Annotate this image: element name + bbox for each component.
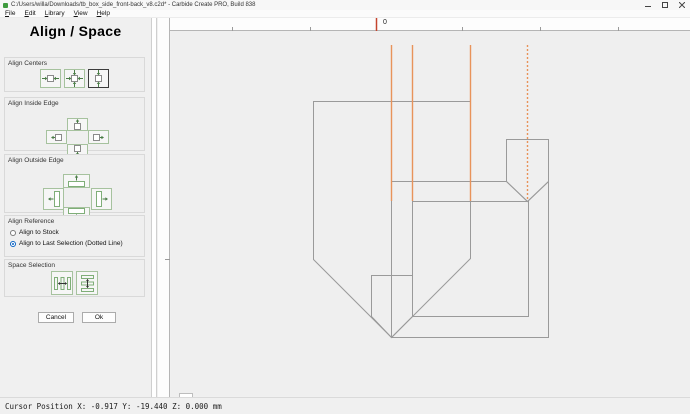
space-horizontally-button[interactable] xyxy=(51,271,73,295)
out-up-icon xyxy=(66,175,87,187)
menu-item-library[interactable]: Library xyxy=(45,10,65,17)
align-inside-top-button[interactable] xyxy=(67,118,88,131)
radio-button-icon xyxy=(10,241,16,247)
align-inside-left-button[interactable] xyxy=(46,130,67,144)
menu-item-edit[interactable]: Edit xyxy=(25,10,36,17)
align-reference-options: Align to Stock Align to Last Selection (D… xyxy=(5,229,144,247)
align-inside-edge-section: Align Inside Edge xyxy=(4,97,145,151)
align-outside-top-button[interactable] xyxy=(63,174,90,188)
menu-item-view[interactable]: View xyxy=(74,10,88,17)
align-center-horizontal-button[interactable] xyxy=(40,69,61,88)
in-left-icon xyxy=(51,131,62,144)
center-both-icon xyxy=(66,70,83,87)
close-icon xyxy=(679,2,685,8)
cursor-position-text: Cursor Position X: -0.917 Y: -19.440 Z: … xyxy=(5,402,222,411)
space-v-icon xyxy=(79,274,96,293)
out-left-icon xyxy=(48,190,60,208)
radio-align-to-last-selection-dotted-line[interactable]: Align to Last Selection (Dotted Line) xyxy=(10,240,144,247)
space-selection-buttons xyxy=(5,271,144,295)
align-reference-section: Align Reference Align to Stock Align to L… xyxy=(4,215,145,257)
align-inside-edge-label: Align Inside Edge xyxy=(5,98,144,107)
window-title: C:/Users/willa/Downloads/tb_box_side_fro… xyxy=(11,2,255,8)
out-right-icon xyxy=(96,190,108,208)
align-outside-buttons xyxy=(5,164,144,221)
align-inside-buttons xyxy=(5,107,144,159)
menu-item-help[interactable]: Help xyxy=(97,10,110,17)
ruler-origin-label: 0 xyxy=(383,19,387,26)
menu-item-file[interactable]: File xyxy=(5,10,16,17)
panel-scrollbar[interactable] xyxy=(151,18,157,397)
center-h-icon xyxy=(42,71,59,86)
title-bar: C:/Users/willa/Downloads/tb_box_side_fro… xyxy=(0,0,690,10)
in-up-icon xyxy=(71,119,84,130)
align-centers-label: Align Centers xyxy=(5,58,144,67)
app-window: C:/Users/willa/Downloads/tb_box_side_fro… xyxy=(0,0,690,414)
design-canvas[interactable] xyxy=(171,31,690,396)
space-selection-section: Space Selection xyxy=(4,259,145,297)
cancel-button[interactable]: Cancel xyxy=(38,312,74,323)
panel-title: Align / Space xyxy=(0,18,151,39)
close-button[interactable] xyxy=(673,0,690,10)
in-right-icon xyxy=(93,131,104,144)
space-selection-label: Space Selection xyxy=(5,260,144,269)
status-bar: Cursor Position X: -0.917 Y: -19.440 Z: … xyxy=(0,397,690,414)
align-center-vertical-button[interactable] xyxy=(88,69,109,88)
app-icon xyxy=(3,3,8,8)
vertical-ruler xyxy=(158,18,170,397)
align-outside-edge-section: Align Outside Edge xyxy=(4,154,145,213)
radio-label: Align to Stock xyxy=(19,229,59,236)
align-reference-label: Align Reference xyxy=(5,216,144,225)
align-centers-section: Align Centers xyxy=(4,57,145,92)
align-space-panel: Align / Space Align Centers Align Inside… xyxy=(0,18,151,397)
space-h-icon xyxy=(53,275,72,292)
align-centers-buttons xyxy=(5,69,144,88)
menu-bar: File Edit Library View Help xyxy=(0,10,690,18)
window-controls xyxy=(639,0,690,10)
radio-label: Align to Last Selection (Dotted Line) xyxy=(19,240,123,247)
radio-button-icon xyxy=(10,230,16,236)
align-center-both-button[interactable] xyxy=(64,69,85,88)
center-v-icon xyxy=(91,70,106,87)
space-vertically-button[interactable] xyxy=(76,271,98,295)
align-outside-left-button[interactable] xyxy=(43,188,64,210)
align-inside-right-button[interactable] xyxy=(88,130,109,144)
align-outside-edge-label: Align Outside Edge xyxy=(5,155,144,164)
maximize-button[interactable] xyxy=(656,0,673,10)
ok-button[interactable]: Ok xyxy=(82,312,116,323)
minimize-icon xyxy=(645,2,651,8)
align-outside-right-button[interactable] xyxy=(91,188,112,210)
minimize-button[interactable] xyxy=(639,0,656,10)
maximize-icon xyxy=(662,2,668,8)
horizontal-ruler xyxy=(158,18,690,31)
radio-align-to-stock[interactable]: Align to Stock xyxy=(10,229,144,236)
